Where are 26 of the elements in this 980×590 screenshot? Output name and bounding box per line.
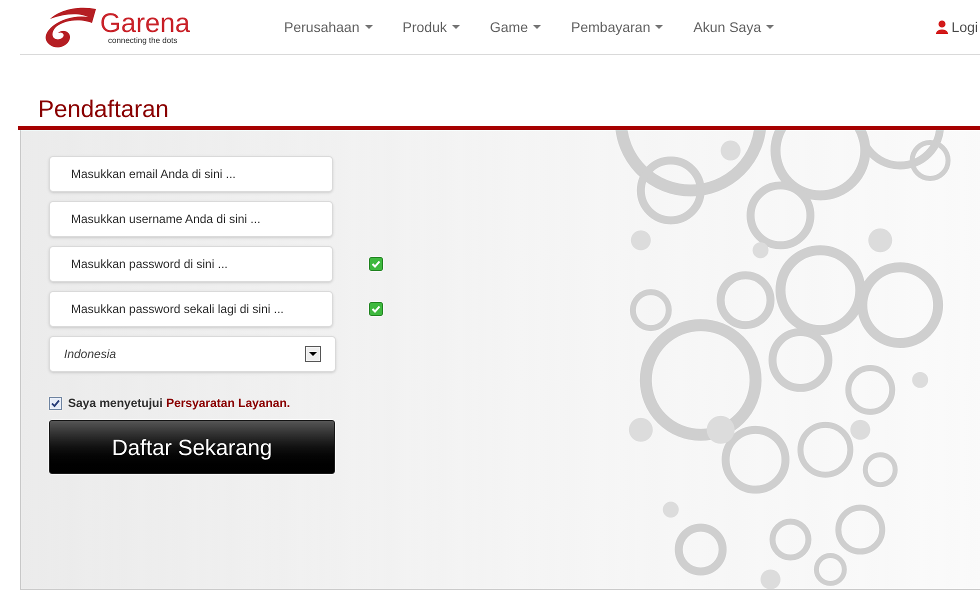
- register-button[interactable]: Daftar Sekarang: [49, 420, 335, 474]
- caret-icon: [452, 25, 460, 29]
- logo-tagline: connecting the dots: [108, 36, 178, 44]
- nav-menu-link[interactable]: Perusahaan: [284, 16, 373, 38]
- logo-wordmark: Garena: [100, 10, 190, 36]
- caret-icon: [533, 25, 541, 29]
- page-title: Pendaftaran: [38, 95, 170, 125]
- caret-icon: [766, 25, 774, 29]
- country-select[interactable]: Indonesia: [49, 336, 336, 372]
- check-icon: [369, 257, 383, 271]
- login-link[interactable]: Logi: [952, 16, 978, 38]
- nav-menu-link[interactable]: Akun Saya: [693, 16, 774, 38]
- agreement-text: Saya menyetujui Persyaratan Layanan.: [68, 395, 290, 412]
- terms-link[interactable]: Persyaratan Layanan.: [166, 396, 290, 410]
- nav-menu-link[interactable]: Game: [490, 16, 541, 38]
- text-input-field[interactable]: Masukkan email Anda di sini ...: [49, 156, 333, 192]
- user-icon: [936, 20, 948, 34]
- nav-menu-link[interactable]: Produk: [402, 16, 460, 38]
- caret-icon: [364, 25, 373, 29]
- caret-icon: [655, 25, 664, 29]
- text-input-field[interactable]: Masukkan password di sini ...: [49, 246, 333, 282]
- check-icon: [369, 302, 383, 316]
- text-input-field[interactable]: Masukkan username Anda di sini ...: [49, 201, 333, 237]
- agree-checkbox[interactable]: [49, 396, 62, 410]
- text-input-field[interactable]: Masukkan password sekali lagi di sini ...: [49, 291, 333, 327]
- nav-menu-link[interactable]: Pembayaran: [571, 16, 664, 38]
